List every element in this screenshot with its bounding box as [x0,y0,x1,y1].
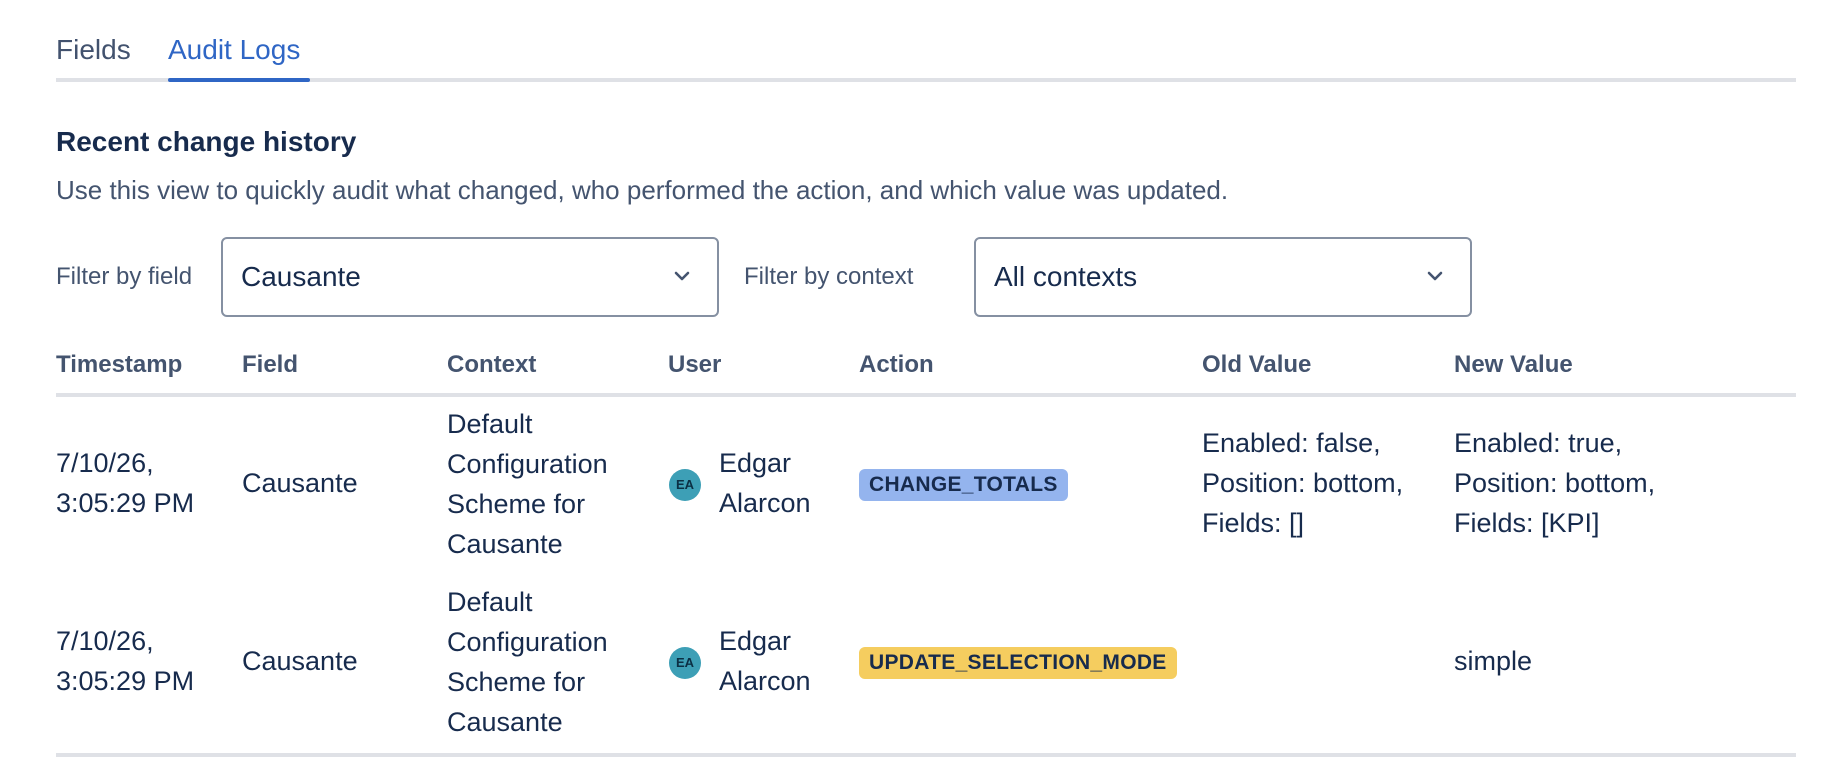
context-line: Configuration [447,627,608,657]
user-last-name: Alarcon [719,666,811,696]
column-header-timestamp: Timestamp [56,351,183,378]
filter-context-label: Filter by context [744,263,914,290]
timestamp-date: 7/10/26, [56,448,154,478]
timestamp-time: 3:05:29 PM [56,666,195,696]
column-header-context: Context [447,351,537,378]
action-badge: UPDATE_SELECTION_MODE [859,647,1177,679]
new-value-line: Position: bottom, [1454,468,1656,498]
user-name-cell: Edgar Alarcon [719,621,811,701]
section-title: Recent change history [56,126,357,157]
user-first-name: Edgar [719,448,792,478]
context-cell: Default Configuration Scheme for Causant… [447,404,608,564]
filter-field-label: Filter by field [56,263,193,290]
chevron-down-icon [1427,271,1443,281]
context-line: Scheme for [447,489,586,519]
field-cell: Causante [242,468,358,498]
audit-log-table: Timestamp Field Context User Action Old … [56,345,1796,757]
avatar: EA [669,647,701,679]
new-value-cell: Enabled: true, Position: bottom, Fields:… [1454,423,1655,543]
table-row: 7/10/26, 3:05:29 PM Causante Default Con… [56,397,1796,575]
old-value-line: Position: bottom, [1202,468,1404,498]
context-line: Causante [447,707,563,737]
action-badge: CHANGE_TOTALS [859,469,1068,501]
filter-field-select[interactable]: Causante [221,237,719,317]
tab-audit-logs[interactable]: Audit Logs [168,30,300,70]
user-first-name: Edgar [719,626,792,656]
chevron-down-icon [674,271,690,281]
context-line: Configuration [447,449,608,479]
filter-context-value: All contexts [994,261,1138,292]
timestamp-time: 3:05:29 PM [56,488,195,518]
context-line: Default [447,409,533,439]
tab-fields[interactable]: Fields [56,30,131,70]
section-description: Use this view to quickly audit what chan… [56,175,1229,205]
context-cell: Default Configuration Scheme for Causant… [447,582,608,742]
timestamp-cell: 7/10/26, 3:05:29 PM [56,443,194,523]
column-header-field: Field [242,351,299,378]
audit-logs-page: Fields Audit Logs Recent change history … [56,0,1796,757]
active-tab-indicator [168,78,310,82]
old-value-cell: Enabled: false, Position: bottom, Fields… [1202,423,1403,543]
table-row: 7/10/26, 3:05:29 PM Causante Default Con… [56,575,1796,757]
tab-bar: Fields Audit Logs [56,0,1796,82]
old-value-line: Enabled: false, [1202,428,1381,458]
column-header-old-value: Old Value [1202,351,1312,378]
old-value-line: Fields: [] [1202,508,1305,538]
new-value-cell: simple [1454,641,1532,681]
user-last-name: Alarcon [719,488,811,518]
filter-context-select[interactable]: All contexts [974,237,1472,317]
context-line: Causante [447,529,563,559]
timestamp-cell: 7/10/26, 3:05:29 PM [56,621,194,701]
user-name-cell: Edgar Alarcon [719,443,811,523]
column-header-new-value: New Value [1454,351,1573,378]
column-header-action: Action [859,351,934,378]
new-value-line: Enabled: true, [1454,428,1623,458]
timestamp-date: 7/10/26, [56,626,154,656]
avatar: EA [669,469,701,501]
filter-field-value: Causante [241,261,361,292]
context-line: Default [447,587,533,617]
field-cell: Causante [242,646,358,676]
new-value-line: Fields: [KPI] [1454,508,1600,538]
new-value-line: simple [1454,646,1533,676]
table-header: Timestamp Field Context User Action Old … [56,345,1796,397]
column-header-user: User [668,351,722,378]
context-line: Scheme for [447,667,586,697]
